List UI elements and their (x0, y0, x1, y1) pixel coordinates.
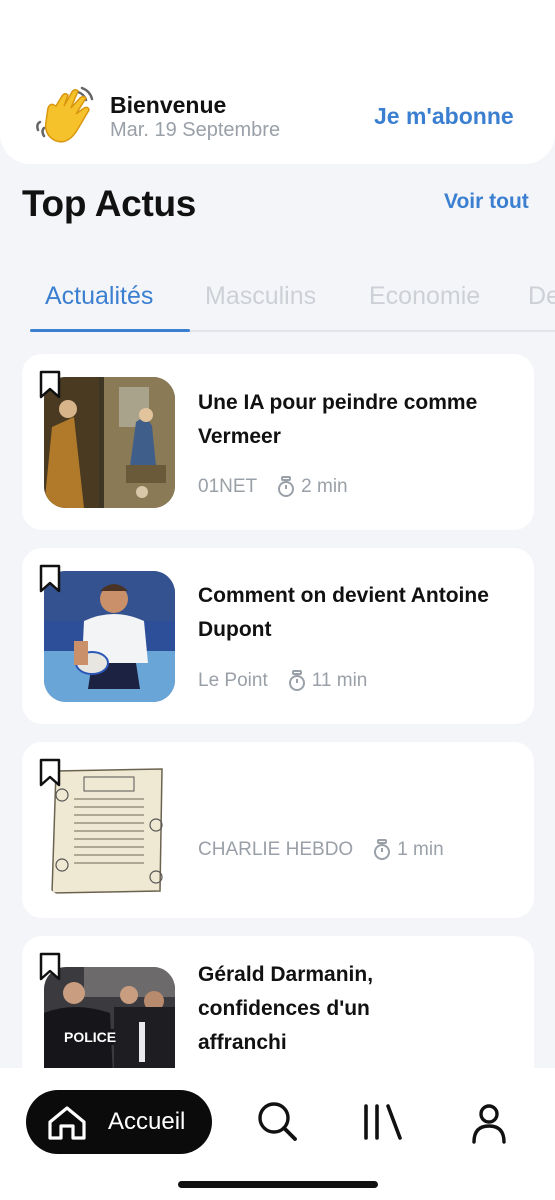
category-tabs: Actualités Masculins Economie De (0, 270, 555, 332)
search-icon[interactable] (256, 1100, 298, 1142)
article-thumbnail (44, 377, 175, 508)
profile-icon[interactable] (470, 1102, 508, 1144)
waving-hand-icon (34, 86, 96, 148)
article-meta: CHARLIE HEBDO 1 min (198, 839, 444, 861)
tab-economie[interactable]: Economie (369, 282, 480, 311)
library-icon[interactable] (362, 1104, 404, 1140)
article-title[interactable]: Comment on devient Antoine Dupont (198, 579, 510, 647)
bookmark-icon[interactable] (38, 758, 62, 788)
bookmark-icon[interactable] (38, 370, 62, 400)
article-read-time: 2 min (301, 476, 348, 497)
see-all-link[interactable]: Voir tout (444, 190, 529, 214)
welcome-title: Bienvenue (110, 92, 227, 118)
bookmark-icon[interactable] (38, 564, 62, 594)
article-read-time: 1 min (397, 839, 444, 860)
article-title[interactable]: Gérald Darmanin, confidences d'un affran… (198, 958, 464, 1060)
article-card[interactable]: Une IA pour peindre comme Vermeer 01NET … (22, 354, 534, 530)
section-title: Top Actus (22, 183, 197, 224)
current-date: Mar. 19 Septembre (110, 119, 281, 141)
nav-home-button[interactable]: Accueil (26, 1090, 212, 1154)
timer-icon (278, 476, 295, 497)
subscribe-button[interactable]: Je m'abonne (374, 103, 514, 130)
article-source: CHARLIE HEBDO (198, 839, 354, 860)
article-thumbnail (44, 765, 175, 896)
article-title[interactable]: Une IA pour peindre comme Vermeer (198, 386, 510, 454)
article-source: Le Point (198, 670, 268, 691)
bookmark-icon[interactable] (38, 952, 62, 982)
home-indicator (178, 1181, 378, 1188)
article-card[interactable]: Comment on devient Antoine Dupont Le Poi… (22, 548, 534, 724)
timer-icon (374, 839, 391, 860)
article-source: 01NET (198, 476, 258, 497)
article-thumbnail (44, 571, 175, 702)
tab-more[interactable]: De (528, 282, 555, 311)
article-card[interactable]: CHARLIE HEBDO 1 min (22, 742, 534, 918)
timer-icon (288, 670, 305, 691)
nav-home-label: Accueil (108, 1108, 186, 1135)
article-read-time: 11 min (311, 670, 368, 691)
article-meta: 01NET 2 min (198, 476, 348, 498)
tab-masculins[interactable]: Masculins (205, 282, 316, 311)
svg-text:POLICE: POLICE (64, 1029, 116, 1045)
article-meta: Le Point 11 min (198, 670, 367, 692)
tab-actualites[interactable]: Actualités (45, 282, 153, 311)
active-tab-indicator (30, 329, 190, 332)
home-icon (48, 1106, 86, 1140)
